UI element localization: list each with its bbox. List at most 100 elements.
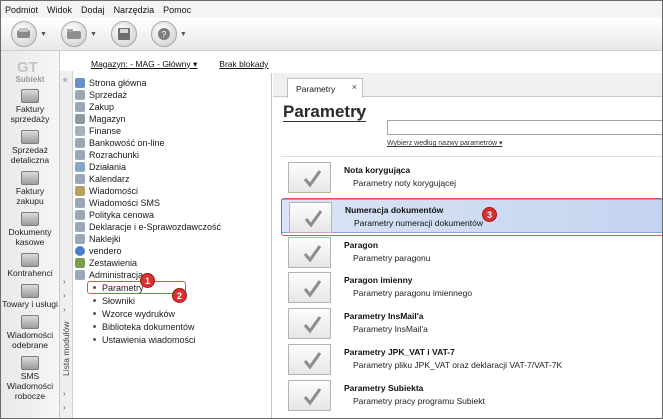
rail-label: Wiadomości odebrane [6, 330, 54, 350]
sms-icon [21, 356, 39, 370]
navigation-tree: Strona główna Sprzedaż Zakup Magazyn Fin… [73, 73, 272, 418]
warehouse-selector[interactable]: Magazyn: - MAG - Główny ▾ [91, 59, 197, 70]
nav-item-polityka-cenowa[interactable]: Polityka cenowa [73, 209, 271, 221]
param-desc: Parametry noty korygującej [353, 178, 456, 188]
nav-label: Sprzedaż [89, 90, 128, 100]
param-row[interactable]: Parametry JPK_VAT i VAT-7 Parametry plik… [281, 342, 662, 376]
declaration-icon [75, 222, 85, 232]
home-icon [75, 78, 85, 88]
nav-item-finanse[interactable]: Finanse [73, 125, 271, 137]
rail-dokumenty-kasowe[interactable]: Dokumenty kasowe [1, 212, 59, 247]
rail-label: Sprzedaż detaliczna [10, 145, 50, 165]
chevron-down-icon: ▼ [179, 30, 187, 38]
param-desc: Parametry pliku JPK_VAT oraz deklaracji … [353, 360, 563, 370]
nav-item-bankowosc[interactable]: Bankowość on-line [73, 137, 271, 149]
rail-kontrahenci[interactable]: Kontrahenci [1, 253, 59, 278]
nav-label: Naklejki [89, 234, 121, 244]
subiekt-logo-icon: GT [17, 59, 38, 75]
nav-label: Rozrachunki [89, 150, 140, 160]
nav-sub-label: Słowniki [102, 295, 136, 306]
label-icon [75, 234, 85, 244]
finance-icon [75, 126, 85, 136]
chevron-right-icon: › [63, 305, 66, 314]
search-input[interactable] [387, 120, 662, 135]
chevron-right-icon: › [63, 389, 66, 398]
chevron-left-icon[interactable]: « [63, 75, 67, 84]
logo: GT Subiekt [1, 51, 59, 89]
module-list-strip[interactable]: « › › › › › Lista modułów [60, 71, 73, 418]
toolbar-button-2[interactable]: ▼ [60, 21, 97, 47]
nav-sub-wzorce[interactable]: Wzorce wydruków [73, 307, 271, 320]
param-row[interactable]: Paragon imienny Parametry paragonu imien… [281, 270, 662, 304]
menu-narzedzia[interactable]: Narzędzia [114, 5, 155, 15]
rail-faktury-zakupu[interactable]: Faktury zakupu [1, 171, 59, 206]
bullet-icon [93, 325, 96, 328]
page-title[interactable]: Parametry [283, 102, 367, 122]
nav-item-vendero[interactable]: vendero [73, 245, 271, 257]
store-bar: Magazyn: - MAG - Główny ▾ Brak blokady [73, 56, 271, 72]
nav-item-naklejki[interactable]: Naklejki [73, 233, 271, 245]
purchase-invoice-icon [21, 171, 39, 185]
menu-dodaj[interactable]: Dodaj [81, 5, 105, 15]
rail-faktury-sprzedazy[interactable]: Faktury sprzedaży [1, 89, 59, 124]
menu-podmiot[interactable]: Podmiot [5, 5, 38, 15]
nav-item-wiadomosci[interactable]: Wiadomości [73, 185, 271, 197]
nav-item-kalendarz[interactable]: Kalendarz [73, 173, 271, 185]
settings-checkmark-icon [288, 380, 331, 411]
goods-icon [21, 284, 39, 298]
nav-label: Finanse [89, 126, 122, 136]
rail-label: Faktury zakupu [15, 186, 45, 206]
tab-parametry[interactable]: Parametry × [287, 78, 363, 98]
message-icon [21, 315, 39, 329]
chevron-right-icon: › [63, 291, 66, 300]
purchase-icon [75, 102, 85, 112]
rail-wiadomosci-odebrane[interactable]: Wiadomości odebrane [1, 315, 59, 350]
nav-item-zestawienia[interactable]: Zestawienia [73, 257, 271, 269]
param-row[interactable]: Parametry Subiekta Parametry pracy progr… [281, 378, 662, 412]
nav-item-sprzedaz[interactable]: Sprzedaż [73, 89, 271, 101]
nav-label: Zakup [89, 102, 115, 112]
settings-checkmark-icon [288, 272, 331, 303]
save-icon [110, 21, 137, 47]
search-filter-link[interactable]: Wybierz według nazwy parametrów ▾ [387, 139, 503, 147]
chevron-down-icon: ▼ [89, 30, 97, 38]
contacts-icon [21, 253, 39, 267]
folder-icon [60, 21, 87, 47]
toolbar-button-4[interactable]: ? ▼ [150, 21, 187, 47]
rail-sms-wiadomosci-robocze[interactable]: SMS Wiadomości robocze [1, 356, 59, 401]
warehouse-icon [75, 114, 85, 124]
rail-label: Faktury sprzedaży [10, 104, 50, 124]
nav-item-deklaracje[interactable]: Deklaracje i e-Sprawozdawczość [73, 221, 271, 233]
menu-bar: Podmiot Widok Dodaj Narzędzia Pomoc [1, 1, 662, 18]
step-marker-2: 2 [172, 288, 187, 303]
lock-status-link[interactable]: Brak blokady [219, 59, 268, 69]
param-row[interactable]: Nota korygująca Parametry noty korygując… [281, 160, 662, 194]
nav-item-dzialania[interactable]: Działania [73, 161, 271, 173]
report-icon [75, 258, 85, 268]
close-icon[interactable]: × [352, 82, 357, 92]
nav-item-wiadomosci-sms[interactable]: Wiadomości SMS [73, 197, 271, 209]
nav-item-administracja[interactable]: Administracja [73, 269, 271, 281]
svg-text:?: ? [161, 30, 166, 40]
param-row[interactable]: Paragon Parametry paragonu [281, 235, 662, 269]
price-icon [75, 210, 85, 220]
param-row[interactable]: Parametry InsMail'a Parametry InsMail'a [281, 306, 662, 340]
nav-item-rozrachunki[interactable]: Rozrachunki [73, 149, 271, 161]
nav-sub-ustawienia[interactable]: Ustawienia wiadomości [73, 333, 271, 346]
chevron-down-icon[interactable]: ▾ [356, 106, 361, 117]
rail-sprzedaz-detaliczna[interactable]: Sprzedaż detaliczna [1, 130, 59, 165]
nav-item-zakup[interactable]: Zakup [73, 101, 271, 113]
nav-sub-biblioteka[interactable]: Biblioteka dokumentów [73, 320, 271, 333]
nav-sub-label: Biblioteka dokumentów [102, 321, 195, 332]
nav-sub-label: Ustawienia wiadomości [102, 334, 196, 345]
toolbar-button-1[interactable]: ▼ [11, 21, 47, 47]
bullet-icon [93, 312, 96, 315]
document-icon [11, 21, 37, 47]
rail-towary-i-uslugi[interactable]: Towary i usługi [1, 284, 59, 309]
nav-item-strona-glowna[interactable]: Strona główna [73, 77, 271, 89]
nav-item-magazyn[interactable]: Magazyn [73, 113, 271, 125]
menu-pomoc[interactable]: Pomoc [163, 5, 191, 15]
menu-widok[interactable]: Widok [47, 5, 72, 15]
svg-text:GT: GT [17, 59, 38, 75]
toolbar-button-3[interactable] [110, 21, 137, 47]
